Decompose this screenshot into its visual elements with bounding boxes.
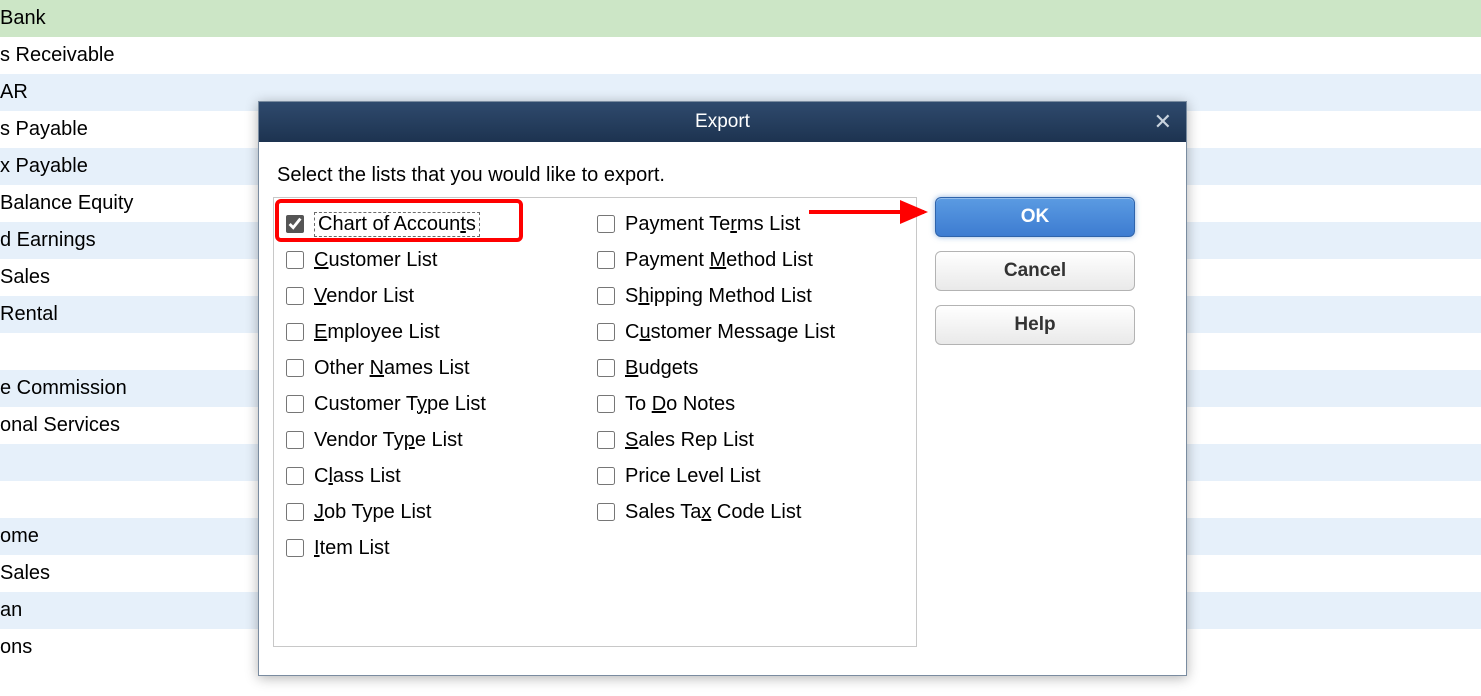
checkbox-class_list[interactable]: Class List [284,458,595,494]
checkbox-employee_list[interactable]: Employee List [284,314,595,350]
checkbox-input-sales_tax_code_list[interactable] [597,503,615,521]
checkbox-input-customer_type_list[interactable] [286,395,304,413]
checkbox-input-customer_message_list[interactable] [597,323,615,341]
account-row[interactable]: Bank [0,0,1481,37]
checkbox-budgets[interactable]: Budgets [595,350,906,386]
checkbox-customer_type_list[interactable]: Customer Type List [284,386,595,422]
checkbox-label-customer_message_list: Customer Message List [625,321,835,344]
cancel-button[interactable]: Cancel [935,251,1135,291]
checkbox-input-job_type_list[interactable] [286,503,304,521]
checkbox-sales_tax_code_list[interactable]: Sales Tax Code List [595,494,906,530]
checkbox-price_level_list[interactable]: Price Level List [595,458,906,494]
checkbox-input-shipping_method_list[interactable] [597,287,615,305]
checkbox-sales_rep_list[interactable]: Sales Rep List [595,422,906,458]
checkbox-label-price_level_list: Price Level List [625,465,761,488]
checkbox-input-employee_list[interactable] [286,323,304,341]
dialog-body: Select the lists that you would like to … [259,142,1186,675]
checkbox-payment_method_list[interactable]: Payment Method List [595,242,906,278]
checkbox-input-customer_list[interactable] [286,251,304,269]
checkbox-label-vendor_list: Vendor List [314,285,414,308]
dialog-title: Export [695,111,750,133]
checkbox-label-chart_of_accounts: Chart of Accounts [314,212,480,237]
checkbox-input-payment_terms_list[interactable] [597,215,615,233]
checkbox-customer_list[interactable]: Customer List [284,242,595,278]
checkbox-label-customer_type_list: Customer Type List [314,393,486,416]
checkbox-panel: Chart of Accounts Customer List Vendor Lis… [273,197,917,647]
checkbox-input-sales_rep_list[interactable] [597,431,615,449]
checkbox-label-item_list: Item List [314,537,390,560]
checkbox-input-vendor_type_list[interactable] [286,431,304,449]
checkbox-input-to_do_notes[interactable] [597,395,615,413]
account-row[interactable]: s Receivable [0,37,1481,74]
checkbox-customer_message_list[interactable]: Customer Message List [595,314,906,350]
checkbox-label-class_list: Class List [314,465,401,488]
checkbox-label-budgets: Budgets [625,357,698,380]
close-icon[interactable]: ✕ [1154,102,1172,142]
checkbox-other_names_list[interactable]: Other Names List [284,350,595,386]
checkbox-vendor_list[interactable]: Vendor List [284,278,595,314]
checkbox-payment_terms_list[interactable]: Payment Terms List [595,206,906,242]
checkbox-label-payment_method_list: Payment Method List [625,249,813,272]
checkbox-col-2: Payment Terms List Payment Method List Shi… [595,206,906,638]
checkbox-input-other_names_list[interactable] [286,359,304,377]
checkbox-label-sales_tax_code_list: Sales Tax Code List [625,501,801,524]
dialog-buttons: OK Cancel Help [935,197,1135,345]
checkbox-label-job_type_list: Job Type List [314,501,431,524]
checkbox-job_type_list[interactable]: Job Type List [284,494,595,530]
checkbox-input-chart_of_accounts[interactable] [286,215,304,233]
checkbox-label-employee_list: Employee List [314,321,440,344]
checkbox-input-class_list[interactable] [286,467,304,485]
checkbox-input-price_level_list[interactable] [597,467,615,485]
checkbox-input-vendor_list[interactable] [286,287,304,305]
checkbox-label-shipping_method_list: Shipping Method List [625,285,812,308]
checkbox-shipping_method_list[interactable]: Shipping Method List [595,278,906,314]
checkbox-input-budgets[interactable] [597,359,615,377]
export-dialog: Export ✕ Select the lists that you would… [258,101,1187,676]
checkbox-label-to_do_notes: To Do Notes [625,393,735,416]
checkbox-input-item_list[interactable] [286,539,304,557]
ok-button[interactable]: OK [935,197,1135,237]
checkbox-col-1: Chart of Accounts Customer List Vendor Lis… [284,206,595,638]
help-button[interactable]: Help [935,305,1135,345]
checkbox-item_list[interactable]: Item List [284,530,595,566]
dialog-instruction: Select the lists that you would like to … [277,164,1164,187]
checkbox-chart_of_accounts[interactable]: Chart of Accounts [284,206,595,242]
checkbox-label-customer_list: Customer List [314,249,437,272]
checkbox-label-payment_terms_list: Payment Terms List [625,213,800,236]
checkbox-label-sales_rep_list: Sales Rep List [625,429,754,452]
checkbox-vendor_type_list[interactable]: Vendor Type List [284,422,595,458]
checkbox-input-payment_method_list[interactable] [597,251,615,269]
checkbox-label-vendor_type_list: Vendor Type List [314,429,463,452]
dialog-titlebar: Export ✕ [259,102,1186,142]
checkbox-to_do_notes[interactable]: To Do Notes [595,386,906,422]
checkbox-label-other_names_list: Other Names List [314,357,470,380]
